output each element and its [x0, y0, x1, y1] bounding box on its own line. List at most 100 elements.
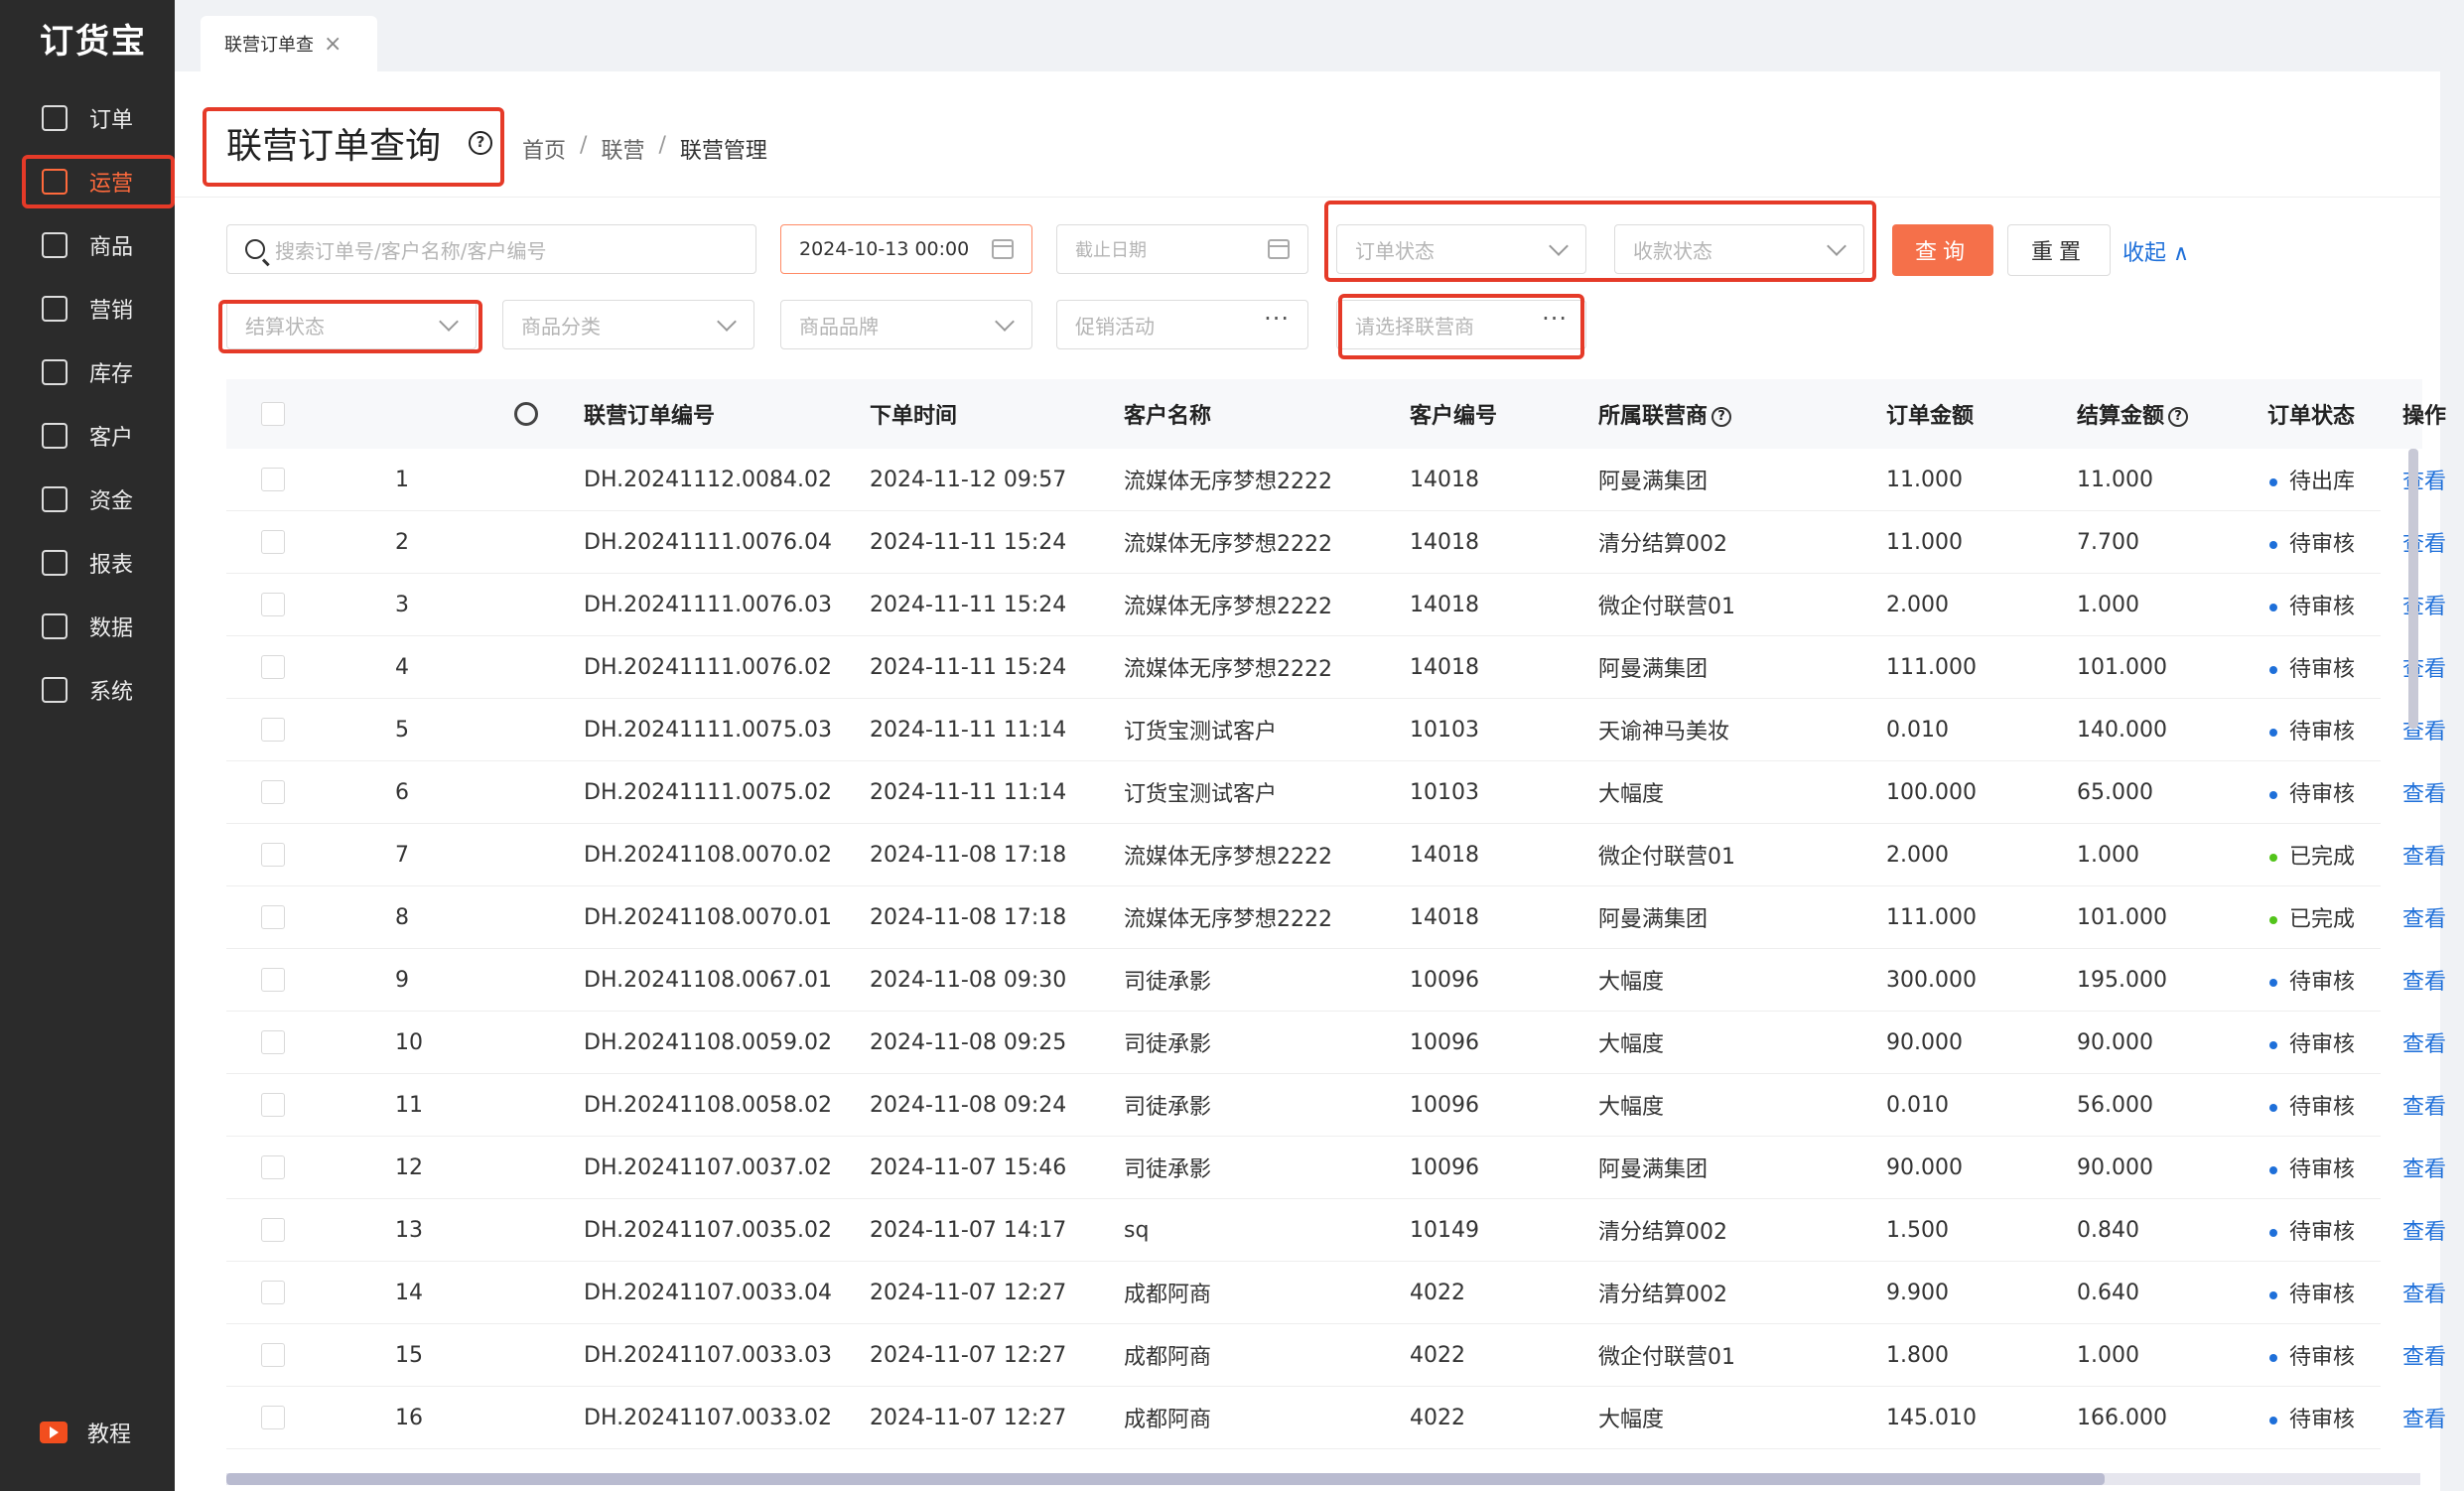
sidebar-item-tutorial[interactable]: 教程 [0, 1408, 175, 1457]
cell-partner: 清分结算002 [1598, 532, 1727, 557]
cell-id: DH.20241112.0084.02 [584, 467, 833, 492]
row-checkbox[interactable] [261, 780, 285, 804]
close-icon[interactable]: × [324, 32, 342, 57]
status-dot [2269, 916, 2277, 924]
status-label: 待审核 [2289, 782, 2356, 807]
sidebar-item-label: 订单 [89, 108, 134, 133]
sidebar-item-label: 数据 [89, 616, 134, 641]
row-checkbox[interactable] [261, 905, 285, 929]
view-link[interactable]: 查看 [2402, 1339, 2446, 1371]
table-row[interactable]: 10 DH.20241108.0059.02 2024-11-08 09:25 司徒承… [226, 1012, 2446, 1074]
sidebar-item-5[interactable]: 客户 [0, 409, 175, 463]
cell-customer: sq [1124, 1217, 1150, 1243]
table-row[interactable]: 8 DH.20241108.0070.01 2024-11-08 17:18 流媒体无… [226, 886, 2446, 949]
view-link[interactable]: 查看 [2402, 1152, 2446, 1183]
sidebar-item-2[interactable]: 商品 [0, 218, 175, 272]
breadcrumb-joint[interactable]: 联营 [601, 133, 644, 165]
help-icon[interactable]: ? [2168, 407, 2189, 427]
query-button[interactable]: 查询 [1892, 224, 1993, 276]
cell-id: DH.20241108.0067.01 [584, 967, 833, 993]
table-row[interactable]: 16 DH.20241107.0033.02 2024-11-07 12:27 成都阿… [226, 1387, 2446, 1449]
table-row[interactable]: 5 DH.20241111.0075.03 2024-11-11 11:14 订货宝测… [226, 699, 2446, 761]
table-row[interactable]: 11 DH.20241108.0058.02 2024-11-08 09:24 司徒承… [226, 1074, 2446, 1137]
sidebar-item-4[interactable]: 库存 [0, 345, 175, 399]
gear-icon[interactable] [514, 402, 538, 426]
horizontal-scrollbar[interactable] [226, 1473, 2105, 1485]
status-label: 待审核 [2289, 1220, 2356, 1245]
row-checkbox[interactable] [261, 1030, 285, 1054]
search-input[interactable]: 搜索订单号/客户名称/客户编号 [226, 224, 756, 274]
collapse-toggle[interactable]: 收起 ∧ [2122, 235, 2189, 267]
sidebar-item-label: 资金 [89, 489, 134, 514]
column-header-label: 结算金额 [2077, 404, 2165, 429]
view-link[interactable]: 查看 [2402, 1089, 2446, 1121]
sidebar-item-9[interactable]: 系统 [0, 663, 175, 717]
row-checkbox[interactable] [261, 530, 285, 554]
status-label: 待审核 [2289, 595, 2356, 619]
cell-status: 待出库 [2269, 464, 2355, 495]
row-checkbox[interactable] [261, 1406, 285, 1429]
row-checkbox[interactable] [261, 655, 285, 679]
sidebar-item-7[interactable]: 报表 [0, 536, 175, 590]
table-row[interactable]: 13 DH.20241107.0035.02 2024-11-07 14:17 sq 1… [226, 1199, 2446, 1262]
table-row[interactable]: 9 DH.20241108.0067.01 2024-11-08 09:30 司徒承影… [226, 949, 2446, 1012]
promotion-select[interactable]: 促销活动 ··· [1056, 300, 1308, 349]
cell-time: 2024-11-11 15:24 [870, 529, 1067, 555]
breadcrumb-home[interactable]: 首页 [522, 133, 566, 165]
view-link[interactable]: 查看 [2402, 839, 2446, 871]
view-link[interactable]: 查看 [2402, 776, 2446, 808]
cell-code: 14018 [1410, 592, 1479, 617]
end-date-picker[interactable]: 截止日期 [1056, 224, 1308, 274]
cell-settle: 90.000 [2077, 1029, 2153, 1055]
tab-joint-order[interactable]: 联营订单查 × [201, 16, 377, 71]
row-checkbox[interactable] [261, 1343, 285, 1367]
highlight-operation [22, 155, 175, 208]
row-checkbox[interactable] [261, 468, 285, 491]
row-checkbox[interactable] [261, 593, 285, 616]
cell-partner: 微企付联营01 [1598, 595, 1735, 619]
table-row[interactable]: 15 DH.20241107.0033.03 2024-11-07 12:27 成都阿… [226, 1324, 2446, 1387]
table-row[interactable]: 4 DH.20241111.0076.02 2024-11-11 15:24 流媒体无… [226, 636, 2446, 699]
table-row[interactable]: 2 DH.20241111.0076.04 2024-11-11 15:24 流媒体无… [226, 511, 2446, 574]
table-row[interactable]: 1 DH.20241112.0084.02 2024-11-12 09:57 流媒体无… [226, 449, 2464, 511]
brand-select[interactable]: 商品品牌 [780, 300, 1032, 349]
sidebar-item-6[interactable]: 资金 [0, 473, 175, 526]
start-date-picker[interactable]: 2024-10-13 00:00 [780, 224, 1032, 274]
category-select[interactable]: 商品分类 [502, 300, 754, 349]
view-link[interactable]: 查看 [2402, 1214, 2446, 1246]
view-link[interactable]: 查看 [2402, 1026, 2446, 1058]
row-checkbox[interactable] [261, 718, 285, 742]
sidebar-item-0[interactable]: 订单 [0, 91, 175, 145]
help-icon[interactable]: ? [1711, 407, 1732, 427]
cell-id: DH.20241108.0070.02 [584, 842, 833, 868]
table-row[interactable]: 12 DH.20241107.0037.02 2024-11-07 15:46 司徒承… [226, 1137, 2446, 1199]
sidebar-item-8[interactable]: 数据 [0, 600, 175, 653]
row-checkbox[interactable] [261, 1218, 285, 1242]
column-header: 订单金额 [1886, 404, 1975, 429]
row-checkbox[interactable] [261, 1281, 285, 1304]
cell-partner: 阿曼满集团 [1598, 907, 1709, 932]
table-row[interactable]: 3 DH.20241111.0076.03 2024-11-11 15:24 流媒体无… [226, 574, 2446, 636]
row-checkbox[interactable] [261, 968, 285, 992]
status-label: 已完成 [2289, 907, 2356, 932]
select-all-checkbox[interactable] [261, 402, 285, 426]
view-link[interactable]: 查看 [2402, 1277, 2446, 1308]
row-checkbox[interactable] [261, 843, 285, 867]
cell-code: 10096 [1410, 1154, 1479, 1180]
reset-button[interactable]: 重置 [2007, 224, 2111, 276]
view-link[interactable]: 查看 [2402, 901, 2446, 933]
cell-settle: 90.000 [2077, 1154, 2153, 1180]
table-row[interactable]: 6 DH.20241111.0075.02 2024-11-11 11:14 订货宝测… [226, 761, 2446, 824]
view-link[interactable]: 查看 [2402, 1402, 2446, 1433]
view-link[interactable]: 查看 [2402, 964, 2446, 996]
video-icon [40, 1422, 68, 1443]
cell-no: 5 [395, 717, 409, 743]
cell-amount: 0.010 [1886, 717, 1949, 743]
row-checkbox[interactable] [261, 1093, 285, 1117]
row-checkbox[interactable] [261, 1155, 285, 1179]
table-row[interactable]: 7 DH.20241108.0070.02 2024-11-08 17:18 流媒体无… [226, 824, 2446, 886]
vertical-scrollbar[interactable] [2408, 449, 2418, 729]
table-row[interactable]: 14 DH.20241107.0033.04 2024-11-07 12:27 成都阿… [226, 1262, 2446, 1324]
cell-id: DH.20241111.0075.03 [584, 717, 833, 743]
sidebar-item-3[interactable]: 营销 [0, 282, 175, 336]
